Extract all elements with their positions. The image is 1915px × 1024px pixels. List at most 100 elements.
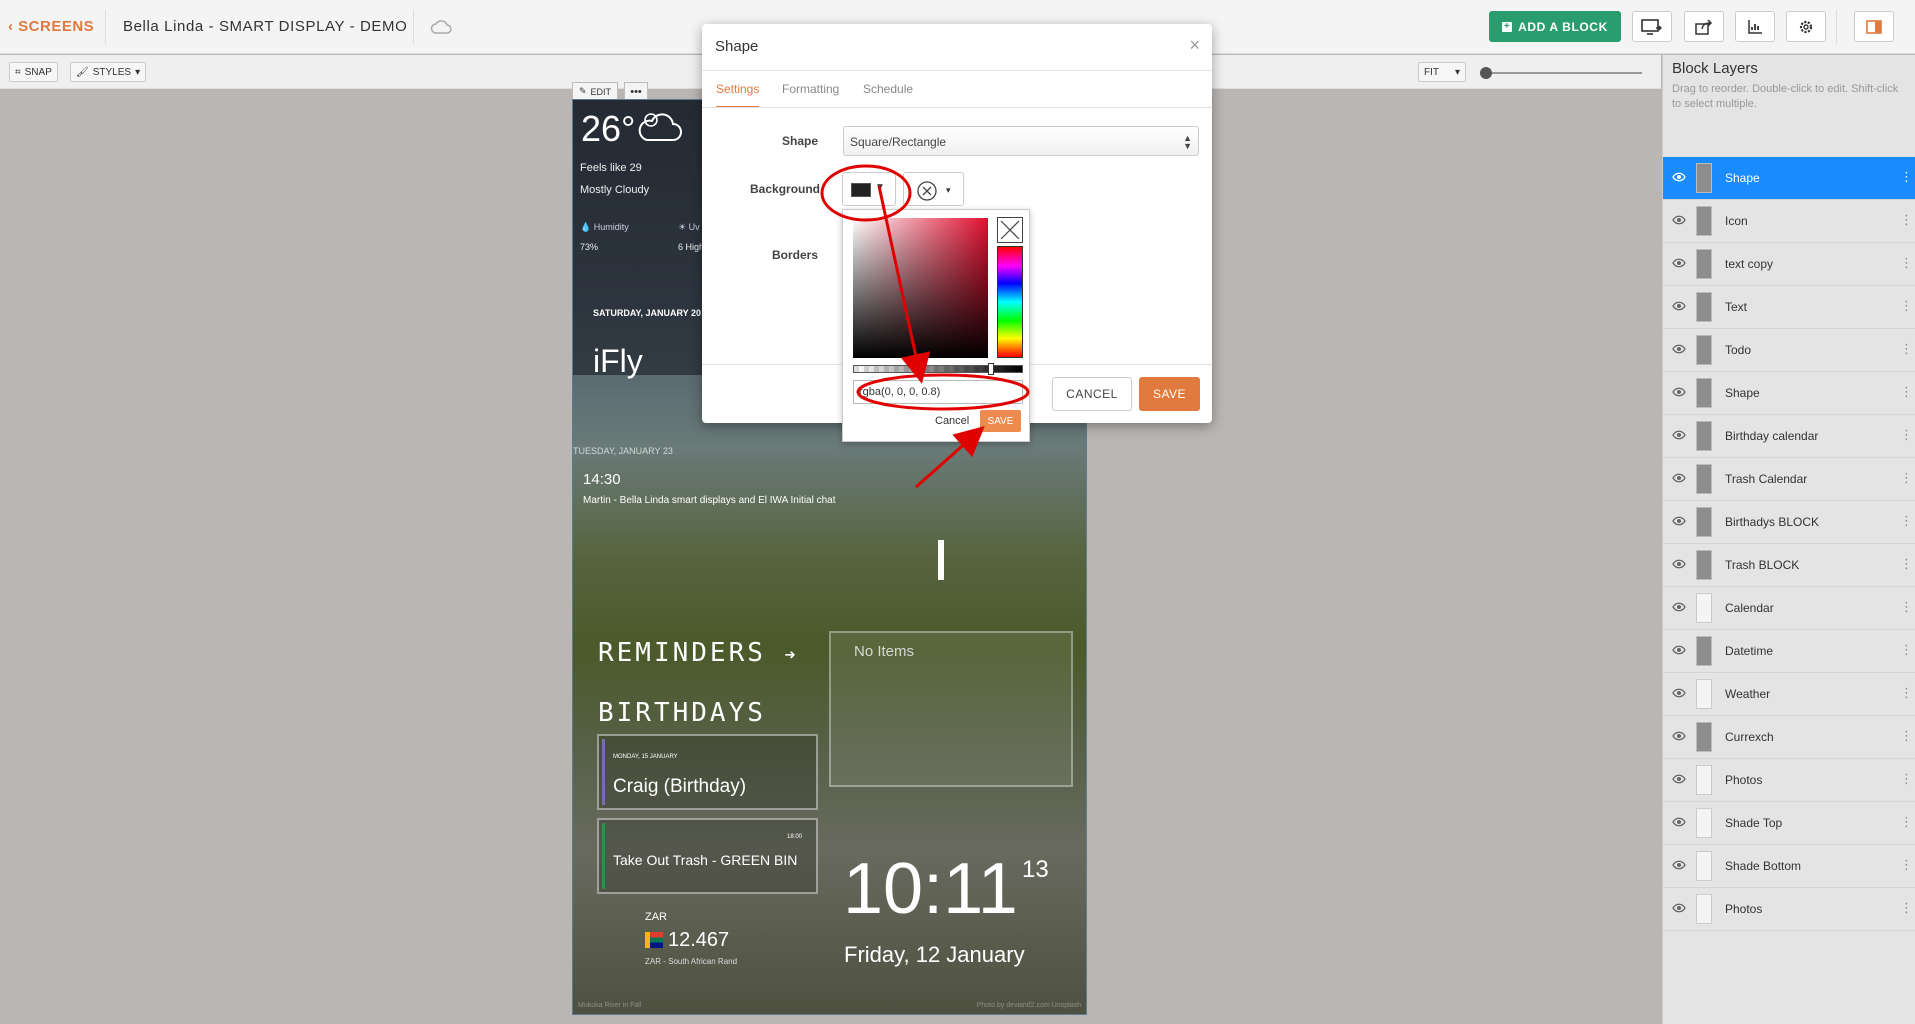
settings-button[interactable] bbox=[1786, 11, 1826, 42]
snap-toggle[interactable]: ⌗ SNAP bbox=[9, 62, 58, 82]
kebab-menu-icon[interactable]: ⋮ bbox=[1900, 599, 1913, 615]
eye-icon[interactable] bbox=[1672, 172, 1686, 182]
eye-icon[interactable] bbox=[1672, 688, 1686, 698]
kebab-menu-icon[interactable]: ⋮ bbox=[1900, 427, 1913, 443]
alpha-slider-handle[interactable] bbox=[988, 363, 994, 375]
eye-icon[interactable] bbox=[1672, 903, 1686, 913]
eye-icon[interactable] bbox=[1672, 473, 1686, 483]
layer-thumbnail bbox=[1696, 851, 1712, 881]
layer-row[interactable]: Datetime ⋮ bbox=[1663, 630, 1915, 673]
photo-credit-right: Photo by deviantf2.com Unsplash bbox=[976, 1002, 1081, 1009]
kebab-menu-icon[interactable]: ⋮ bbox=[1900, 642, 1913, 658]
screen-title: Bella Linda - SMART DISPLAY - DEMO bbox=[123, 18, 408, 35]
kebab-menu-icon[interactable]: ⋮ bbox=[1900, 857, 1913, 873]
clear-color-button[interactable]: ▾ bbox=[903, 172, 964, 206]
background-color-button[interactable]: ▼ bbox=[842, 172, 896, 206]
kebab-menu-icon[interactable]: ⋮ bbox=[1900, 556, 1913, 572]
eye-icon[interactable] bbox=[1672, 731, 1686, 741]
tab-formatting[interactable]: Formatting bbox=[782, 82, 839, 96]
kebab-menu-icon[interactable]: ⋮ bbox=[1900, 814, 1913, 830]
trash-event-card[interactable]: 18:00 Take Out Trash - GREEN BIN bbox=[597, 818, 818, 894]
toggle-layers-panel-button[interactable] bbox=[1854, 11, 1894, 42]
color-value-input[interactable] bbox=[853, 380, 1023, 404]
layer-row[interactable]: Icon ⋮ bbox=[1663, 200, 1915, 243]
save-button[interactable]: SAVE bbox=[1139, 377, 1200, 411]
kebab-menu-icon[interactable]: ⋮ bbox=[1900, 900, 1913, 916]
back-to-screens-link[interactable]: ‹ SCREENS bbox=[8, 18, 94, 35]
south-africa-flag-icon bbox=[645, 932, 663, 948]
layer-row[interactable]: Shape ⋮ bbox=[1663, 372, 1915, 415]
kebab-menu-icon[interactable]: ⋮ bbox=[1900, 685, 1913, 701]
layer-row[interactable]: Trash BLOCK ⋮ bbox=[1663, 544, 1915, 587]
event-color-bar bbox=[602, 739, 605, 805]
zoom-slider-handle[interactable] bbox=[1480, 67, 1492, 79]
snap-icon: ⌗ bbox=[15, 66, 21, 78]
layer-row[interactable]: Shade Bottom ⋮ bbox=[1663, 845, 1915, 888]
eye-icon[interactable] bbox=[1672, 559, 1686, 569]
caret-down-icon: ▼ bbox=[875, 182, 885, 193]
layer-row[interactable]: Trash Calendar ⋮ bbox=[1663, 458, 1915, 501]
eye-icon[interactable] bbox=[1672, 817, 1686, 827]
layer-thumbnail bbox=[1696, 163, 1712, 193]
eye-icon[interactable] bbox=[1672, 860, 1686, 870]
eye-icon[interactable] bbox=[1672, 602, 1686, 612]
kebab-menu-icon[interactable]: ⋮ bbox=[1900, 298, 1913, 314]
eye-icon[interactable] bbox=[1672, 344, 1686, 354]
eye-icon[interactable] bbox=[1672, 258, 1686, 268]
layer-row[interactable]: Calendar ⋮ bbox=[1663, 587, 1915, 630]
kebab-menu-icon[interactable]: ⋮ bbox=[1900, 384, 1913, 400]
layer-row[interactable]: Birthday calendar ⋮ bbox=[1663, 415, 1915, 458]
layer-row[interactable]: Photos ⋮ bbox=[1663, 759, 1915, 802]
saturation-area[interactable] bbox=[853, 218, 988, 358]
block-layers-panel: Block Layers Drag to reorder. Double-cli… bbox=[1662, 55, 1915, 1024]
feels-like-text: Feels like 29 bbox=[580, 162, 642, 174]
picker-cancel-link[interactable]: Cancel bbox=[935, 415, 969, 427]
borders-label: Borders bbox=[772, 248, 819, 262]
kebab-menu-icon[interactable]: ⋮ bbox=[1900, 169, 1913, 185]
eye-icon[interactable] bbox=[1672, 215, 1686, 225]
eye-icon[interactable] bbox=[1672, 774, 1686, 784]
kebab-menu-icon[interactable]: ⋮ bbox=[1900, 341, 1913, 357]
birthday-event-card[interactable]: MONDAY, 15 JANUARY Craig (Birthday) bbox=[597, 734, 818, 810]
layer-row[interactable]: Birthadys BLOCK ⋮ bbox=[1663, 501, 1915, 544]
layer-row[interactable]: Text ⋮ bbox=[1663, 286, 1915, 329]
styles-dropdown[interactable]: 🖌 STYLES ▾ bbox=[70, 62, 147, 82]
layer-row[interactable]: text copy ⋮ bbox=[1663, 243, 1915, 286]
eye-icon[interactable] bbox=[1672, 516, 1686, 526]
analytics-button[interactable] bbox=[1735, 11, 1775, 42]
hue-slider[interactable] bbox=[997, 246, 1023, 358]
eye-icon[interactable] bbox=[1672, 387, 1686, 397]
preview-display-button[interactable] bbox=[1632, 11, 1672, 42]
close-icon[interactable]: × bbox=[1189, 35, 1200, 56]
layer-row[interactable]: Weather ⋮ bbox=[1663, 673, 1915, 716]
eye-icon[interactable] bbox=[1672, 645, 1686, 655]
layer-row[interactable]: Photos ⋮ bbox=[1663, 888, 1915, 931]
eye-icon[interactable] bbox=[1672, 430, 1686, 440]
cancel-button[interactable]: CANCEL bbox=[1052, 377, 1132, 411]
kebab-menu-icon[interactable]: ⋮ bbox=[1900, 212, 1913, 228]
tab-settings[interactable]: Settings bbox=[716, 82, 760, 108]
zoom-slider-track[interactable] bbox=[1484, 72, 1642, 74]
share-button[interactable] bbox=[1684, 11, 1724, 42]
layer-row[interactable]: Todo ⋮ bbox=[1663, 329, 1915, 372]
layer-row[interactable]: Currexch ⋮ bbox=[1663, 716, 1915, 759]
eye-icon[interactable] bbox=[1672, 301, 1686, 311]
zoom-fit-select[interactable]: FIT ▾ bbox=[1418, 62, 1466, 82]
dialog-title: Shape bbox=[715, 38, 759, 55]
alpha-slider[interactable] bbox=[853, 365, 1023, 373]
add-block-button[interactable]: + ADD A BLOCK bbox=[1489, 11, 1621, 42]
kebab-menu-icon[interactable]: ⋮ bbox=[1900, 513, 1913, 529]
layer-row[interactable]: Shade Top ⋮ bbox=[1663, 802, 1915, 845]
layer-thumbnail bbox=[1696, 507, 1712, 537]
close-picker-icon[interactable] bbox=[997, 217, 1023, 243]
picker-save-button[interactable]: SAVE bbox=[980, 410, 1021, 432]
layer-thumbnail bbox=[1696, 335, 1712, 365]
tab-schedule[interactable]: Schedule bbox=[863, 82, 913, 96]
layer-row[interactable]: Shape ⋮ bbox=[1663, 157, 1915, 200]
kebab-menu-icon[interactable]: ⋮ bbox=[1900, 728, 1913, 744]
kebab-menu-icon[interactable]: ⋮ bbox=[1900, 771, 1913, 787]
shape-select[interactable]: Square/Rectangle ▲ ▼ bbox=[843, 126, 1199, 156]
todo-list-block[interactable]: No Items bbox=[829, 631, 1073, 787]
kebab-menu-icon[interactable]: ⋮ bbox=[1900, 470, 1913, 486]
kebab-menu-icon[interactable]: ⋮ bbox=[1900, 255, 1913, 271]
